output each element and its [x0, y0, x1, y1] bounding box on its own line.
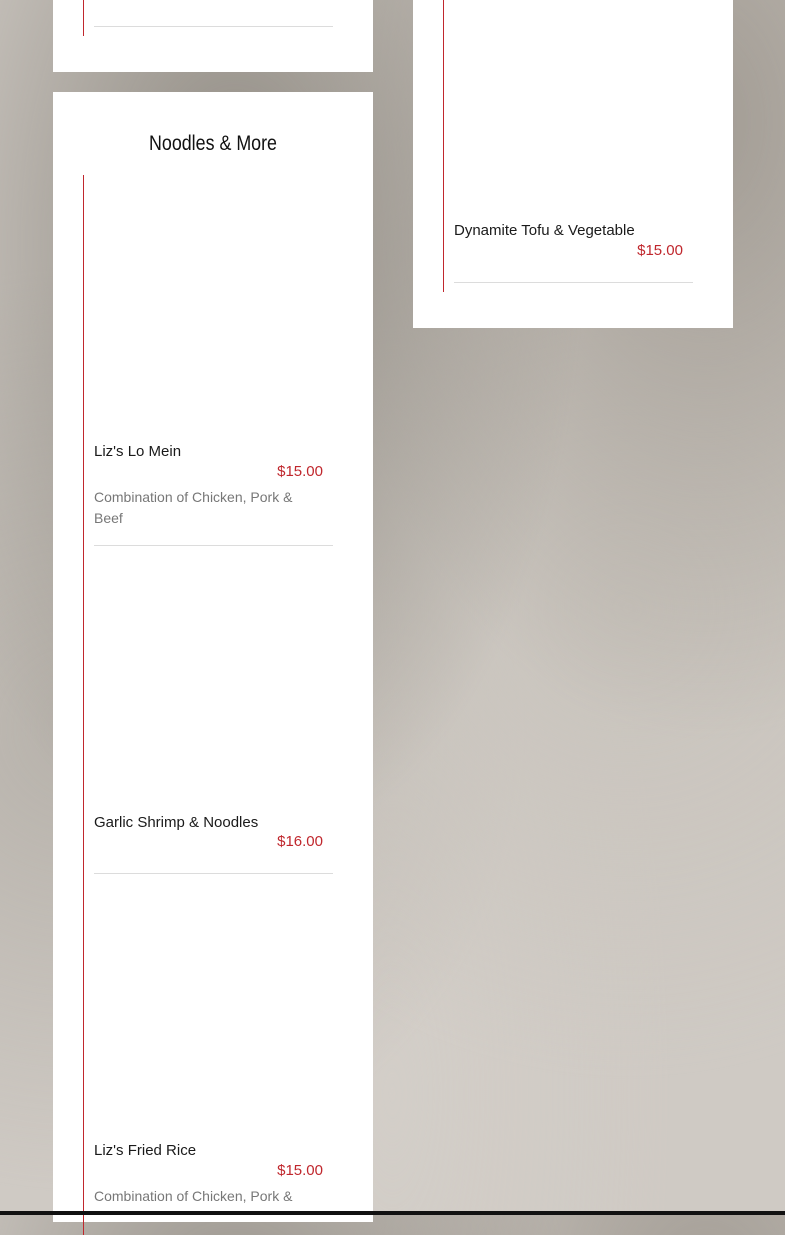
menu-item-price: $15.00: [277, 1162, 323, 1179]
menu-item-name[interactable]: Liz's Fried Rice: [94, 1142, 196, 1159]
menu-item-price: $15.00: [277, 463, 323, 480]
section-accent-line: [83, 175, 84, 1235]
menu-item-name[interactable]: Liz's Lo Mein: [94, 443, 181, 460]
menu-item-name[interactable]: Garlic Shrimp & Noodles: [94, 814, 258, 831]
item-divider: [94, 545, 333, 546]
menu-item-image[interactable]: [454, 0, 693, 210]
right-section-card: Dynamite Tofu & Vegetable $15.00: [413, 0, 733, 328]
menu-item-description: Combination of Chicken, Pork &: [94, 1188, 293, 1204]
previous-section-card: [53, 0, 373, 72]
section-accent-line: [83, 0, 84, 36]
section-accent-line: [443, 0, 444, 292]
menu-item-name[interactable]: Dynamite Tofu & Vegetable: [454, 222, 635, 239]
menu-item-price: $16.00: [277, 833, 323, 850]
menu-item-description: Combination of Chicken, Pork & Beef: [94, 489, 293, 526]
bottom-edge-bar: [0, 1211, 785, 1215]
section-title: Noodles & More: [148, 132, 277, 155]
item-divider: [94, 26, 333, 27]
menu-item-image[interactable]: [94, 557, 333, 797]
item-divider: [94, 873, 333, 874]
menu-item-image[interactable]: [94, 885, 333, 1125]
item-divider: [454, 282, 693, 283]
menu-item-image[interactable]: [94, 182, 333, 427]
noodles-section-card: Noodles & More Liz's Lo Mein $15.00 Comb…: [53, 92, 373, 1235]
menu-item-price: $15.00: [637, 242, 683, 259]
